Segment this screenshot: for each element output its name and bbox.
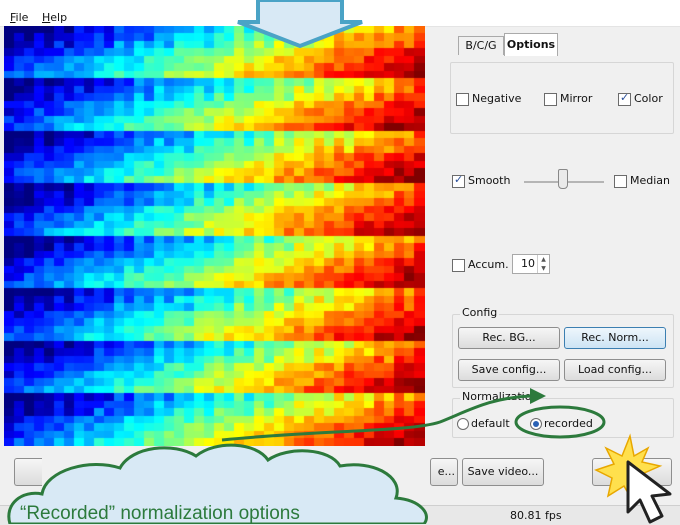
annotation-overlay xyxy=(7,0,672,524)
callout-arrowhead-icon xyxy=(530,388,546,404)
down-arrow-icon xyxy=(237,0,363,49)
callout-text: “Recorded” normalization options xyxy=(20,503,300,524)
highlight-ellipse xyxy=(514,405,606,439)
callout-connector-line xyxy=(221,394,531,442)
